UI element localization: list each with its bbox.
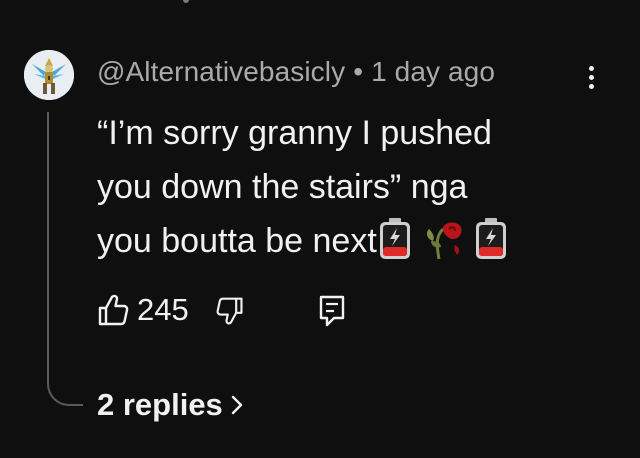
comment-timestamp[interactable]: 1 day ago <box>371 56 495 87</box>
view-replies-button[interactable]: 2 replies <box>97 384 243 426</box>
more-dot-icon <box>589 84 594 89</box>
replies-label: 2 replies <box>97 387 223 422</box>
meta-separator: • <box>353 56 364 87</box>
thumbs-down-icon[interactable] <box>215 296 245 326</box>
avatar[interactable] <box>24 50 74 100</box>
author-handle[interactable]: @Alternativebasicly <box>97 56 345 87</box>
reply-icon[interactable] <box>319 295 345 327</box>
comment-text: “I’m sorry granny I pushed you down the … <box>97 106 627 268</box>
comment-line: you boutta be next <box>97 222 377 260</box>
comment-meta: @Alternativebasicly • 1 day ago <box>97 56 495 88</box>
more-dot-icon <box>589 66 594 71</box>
thread-connector-line <box>47 112 83 406</box>
low-battery-icon <box>475 218 506 260</box>
chevron-right-icon <box>231 395 243 415</box>
thumbs-up-icon[interactable] <box>97 293 129 327</box>
avatar-figure-icon <box>24 50 74 100</box>
previous-comment-dot <box>183 0 189 3</box>
comment-line-with-emoji: you boutta be next <box>97 214 627 268</box>
more-options-button[interactable] <box>580 62 604 92</box>
comment-line: “I’m sorry granny I pushed <box>97 114 492 152</box>
comment-line: you down the stairs” nga <box>97 168 468 206</box>
like-count: 245 <box>137 292 189 327</box>
more-dot-icon <box>589 75 594 80</box>
previous-comment-edge <box>0 0 640 6</box>
low-battery-icon <box>379 218 410 260</box>
wilted-rose-icon <box>426 222 462 260</box>
